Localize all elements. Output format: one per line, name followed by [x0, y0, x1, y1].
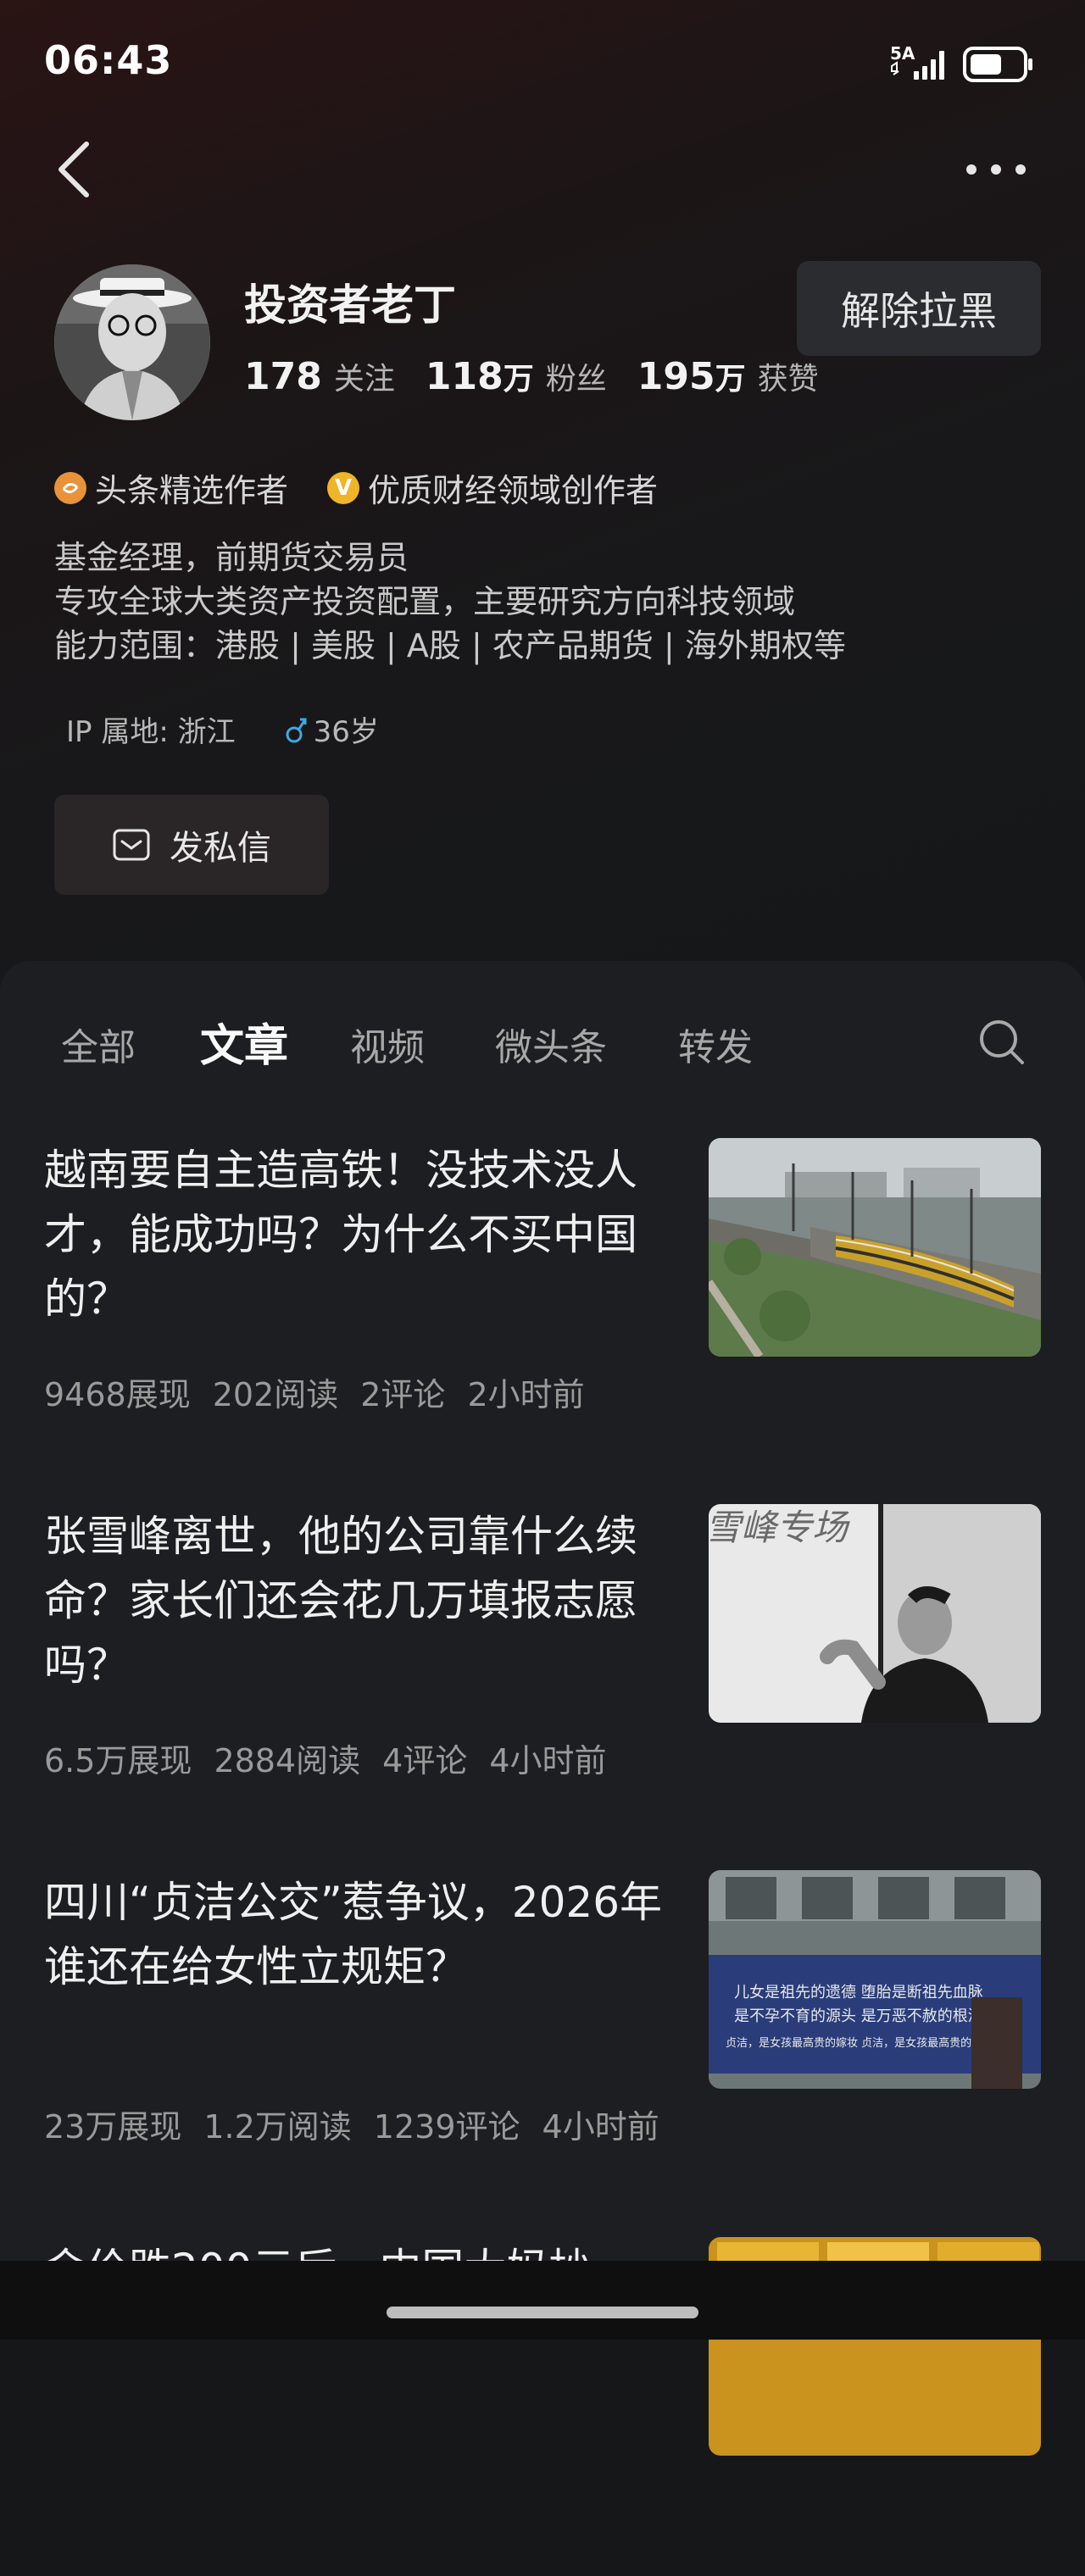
badge-verified-creator[interactable]: V 优质财经领域创作者	[327, 464, 658, 511]
article-reads: 1.2万阅读	[203, 2108, 352, 2146]
article-reads: 202阅读	[212, 1376, 339, 1413]
profile-meta: IP 属地: 浙江 36岁	[54, 708, 379, 750]
article-views: 9468展现	[44, 1376, 191, 1413]
article-meta: 6.5万展现 2884阅读 4评论 4小时前	[44, 1735, 607, 1781]
profile-name: 投资者老丁	[244, 280, 456, 330]
signal-icon: 5A	[890, 43, 944, 80]
article-item[interactable]: 四川“贞洁公交”惹争议，2026年谁还在给女性立规矩？ 23万展现 1.2万阅读…	[0, 1870, 1085, 2209]
avatar[interactable]	[54, 264, 210, 420]
thumb-line: 贞洁，是女孩最高贵的嫁妆 贞洁，是女孩最高贵的嫁妆	[726, 2036, 993, 2050]
send-message-button[interactable]: 发私信	[54, 795, 329, 895]
back-button[interactable]	[47, 136, 98, 203]
article-time: 2小时前	[467, 1376, 585, 1413]
thumb-caption: 雪峰专场	[709, 1507, 850, 1548]
article-item[interactable]: 越南要自主造高铁！没技术没人才，能成功吗？为什么不买中国的？ 9468展现 20…	[0, 1138, 1085, 1477]
article-title[interactable]: 张雪峰离世，他的公司靠什么续命？家长们还会花几万填报志愿吗？	[44, 1504, 671, 1697]
age-info: 36岁	[283, 708, 379, 750]
stat-label: 获赞	[757, 362, 819, 397]
chevron-left-icon	[58, 142, 89, 197]
mail-icon	[113, 829, 150, 861]
bus-photo: 儿女是祖先的遗德 堕胎是断祖先血脉 是不孕不育的源头 是万恶不赦的根源 贞洁，是…	[709, 1870, 1041, 2089]
status-time: 06:43	[44, 37, 173, 83]
article-views: 6.5万展现	[44, 1742, 192, 1779]
stat-likes[interactable]: 195万 获赞	[637, 354, 819, 398]
article-item[interactable]: 张雪峰离世，他的公司靠什么续命？家长们还会花几万填报志愿吗？ 6.5万展现 28…	[0, 1504, 1085, 1843]
article-reads: 2884阅读	[214, 1742, 361, 1779]
badge-list: 头条精选作者 V 优质财经领域创作者	[54, 464, 658, 511]
toutiao-select-icon	[54, 471, 86, 504]
article-title[interactable]: 越南要自主造高铁！没技术没人才，能成功吗？为什么不买中国的？	[44, 1138, 671, 1331]
article-meta: 23万展现 1.2万阅读 1239评论 4小时前	[44, 2101, 659, 2147]
more-button[interactable]	[958, 148, 1034, 191]
stat-label: 关注	[333, 362, 395, 397]
battery-icon	[963, 47, 1032, 82]
article-meta: 9468展现 202阅读 2评论 2小时前	[44, 1368, 585, 1415]
profile-stats: 178 关注 118万 粉丝 195万 获赞	[244, 354, 819, 398]
article-time: 4小时前	[489, 1742, 607, 1779]
article-comments: 1239评论	[373, 2108, 520, 2146]
speaker-photo: 雪峰专场	[709, 1504, 1041, 1723]
status-bar: 06:43 5A	[0, 0, 1085, 127]
bio-line: 基金经理，前期货交易员	[54, 539, 409, 576]
badge-label: 优质财经领域创作者	[368, 472, 659, 509]
unblock-button[interactable]: 解除拉黑	[797, 261, 1041, 356]
stat-number: 195	[637, 355, 715, 398]
tab-videos[interactable]: 视频	[350, 1017, 425, 1071]
search-icon	[980, 1020, 1024, 1064]
stat-following[interactable]: 178 关注	[244, 354, 395, 398]
v-verified-icon: V	[327, 471, 360, 504]
avatar-portrait-image	[54, 264, 210, 420]
send-message-label: 发私信	[170, 829, 271, 868]
tab-reposts[interactable]: 转发	[678, 1017, 753, 1071]
train-photo	[709, 1138, 1041, 1357]
bio-line: 能力范围：港股 | 美股 | A股 | 农产品期货 | 海外期权等	[54, 627, 846, 664]
search-button[interactable]	[975, 1015, 1029, 1069]
home-indicator[interactable]	[387, 2307, 698, 2318]
age-label: 36岁	[313, 715, 379, 749]
tab-micro-posts[interactable]: 微头条	[495, 1017, 607, 1071]
article-time: 4小时前	[542, 2108, 659, 2146]
thumb-line: 是不孕不育的源头 是万恶不赦的根源	[734, 2007, 983, 2025]
article-thumbnail[interactable]: 雪峰专场	[709, 1504, 1041, 1723]
badge-toutiao-select[interactable]: 头条精选作者	[54, 464, 288, 511]
stat-number: 118	[425, 355, 504, 398]
content-tabs: 全部 文章 视频 微头条 转发	[0, 1008, 1085, 1076]
bio-line: 专攻全球大类资产投资配置，主要研究方向科技领域	[54, 583, 796, 620]
stat-label: 粉丝	[545, 362, 607, 397]
article-comments: 4评论	[382, 1742, 468, 1779]
network-label: 5A	[890, 43, 915, 64]
article-title[interactable]: 四川“贞洁公交”惹争议，2026年谁还在给女性立规矩？	[44, 1870, 671, 1999]
stat-unit: 万	[503, 362, 534, 397]
tab-articles[interactable]: 文章	[200, 1010, 288, 1074]
stat-unit: 万	[715, 362, 746, 397]
article-thumbnail[interactable]: 儿女是祖先的遗德 堕胎是断祖先血脉 是不孕不育的源头 是万恶不赦的根源 贞洁，是…	[709, 1870, 1041, 2089]
article-thumbnail[interactable]	[709, 1138, 1041, 1357]
badge-label: 头条精选作者	[95, 472, 289, 509]
tab-all[interactable]: 全部	[61, 1017, 136, 1071]
thumb-line: 儿女是祖先的遗德 堕胎是断祖先血脉	[734, 1984, 983, 2001]
bottom-navigation-bar	[0, 2261, 1085, 2340]
profile-bio: 基金经理，前期货交易员 专攻全球大类资产投资配置，主要研究方向科技领域 能力范围…	[54, 536, 846, 668]
more-dots-icon	[966, 164, 1026, 175]
article-comments: 2评论	[360, 1376, 446, 1413]
stat-number: 178	[244, 355, 322, 398]
stat-followers[interactable]: 118万 粉丝	[426, 354, 607, 398]
male-gender-icon	[286, 718, 307, 742]
article-views: 23万展现	[44, 2108, 182, 2146]
ip-location: IP 属地: 浙江	[66, 715, 236, 749]
